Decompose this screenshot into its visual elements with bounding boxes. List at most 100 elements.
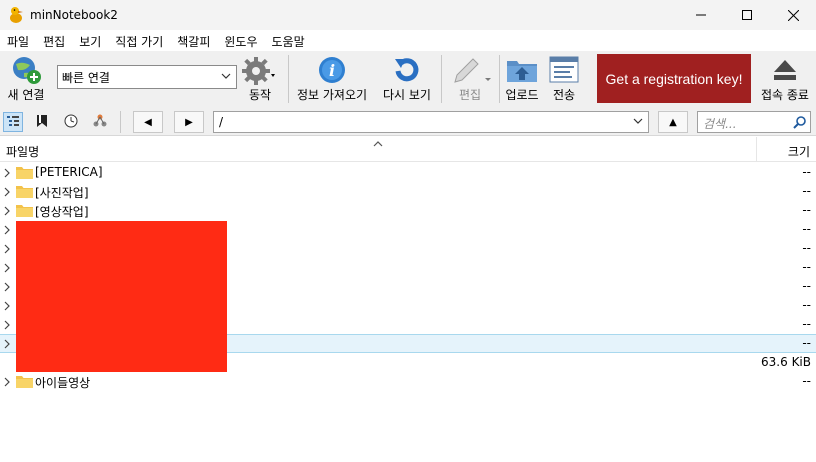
minimize-button[interactable] [678, 0, 724, 30]
table-row[interactable]: 아이들영상 -- [0, 372, 816, 391]
bookmark-icon [36, 114, 48, 131]
history-view-button[interactable] [61, 112, 81, 132]
path-value: / [219, 115, 224, 129]
file-name: [영상작업] [35, 205, 89, 219]
chevron-right-icon[interactable] [3, 319, 11, 333]
column-divider[interactable] [756, 137, 757, 162]
back-button[interactable]: ◀ [133, 111, 163, 133]
info-icon: i [318, 56, 346, 87]
quick-connect-select[interactable]: 빠른 연결 [57, 65, 237, 89]
menu-file[interactable]: 파일 [0, 30, 36, 50]
chevron-right-icon[interactable] [3, 186, 11, 200]
chevron-right-icon[interactable] [3, 338, 11, 352]
file-size: -- [802, 260, 811, 274]
registration-key-button[interactable]: Get a registration key! [597, 54, 751, 103]
menu-bookmarks[interactable]: 책갈피 [170, 30, 217, 50]
search-placeholder: 검색... [703, 117, 737, 131]
file-size: -- [802, 279, 811, 293]
chevron-down-icon [633, 115, 643, 130]
upload-label: 업로드 [505, 88, 539, 102]
folder-icon [16, 185, 33, 201]
get-info-label: 정보 가져오기 [296, 88, 368, 102]
file-size: -- [802, 317, 811, 331]
chevron-right-icon[interactable] [3, 205, 11, 219]
edit-button[interactable]: 편집 [444, 51, 496, 108]
edit-label: 편집 [458, 88, 482, 102]
path-select[interactable]: / [213, 111, 649, 133]
gear-icon [241, 56, 275, 89]
disconnect-label: 접속 종료 [761, 88, 809, 102]
file-size: 63.6 KiB [761, 355, 811, 369]
table-row[interactable]: [영상작업] -- [0, 201, 816, 220]
file-size: -- [802, 165, 811, 179]
chevron-right-icon[interactable] [3, 262, 11, 276]
clock-icon [64, 114, 78, 131]
search-input[interactable]: 검색... [697, 111, 811, 133]
menu-edit[interactable]: 편집 [36, 30, 72, 50]
menu-help[interactable]: 도움말 [265, 30, 312, 50]
transfers-button[interactable]: 전송 [544, 51, 584, 108]
file-list-header: 파일명 크기 [0, 137, 816, 162]
file-name: 아이들영상 [35, 376, 91, 390]
menu-view[interactable]: 보기 [72, 30, 108, 50]
new-connection-button[interactable]: 새 연결 [2, 51, 50, 108]
disconnect-button[interactable]: 접속 종료 [756, 51, 814, 108]
table-row[interactable]: [사진작업] -- [0, 182, 816, 201]
svg-text:i: i [329, 61, 335, 80]
toolbar-separator [499, 55, 500, 103]
bonjour-view-button[interactable] [90, 112, 110, 132]
network-icon [93, 114, 107, 131]
chevron-right-icon[interactable] [3, 376, 11, 390]
app-duck-icon [8, 6, 24, 24]
pencil-icon [449, 56, 493, 89]
table-row[interactable]: [PETERICA] -- [0, 163, 816, 182]
action-label: 동작 [248, 88, 272, 102]
bookmarks-view-button[interactable] [32, 112, 52, 132]
window-title: minNotebook2 [30, 8, 118, 22]
browser-view-button[interactable] [3, 112, 23, 132]
file-size: -- [802, 222, 811, 236]
chevron-right-icon[interactable] [3, 243, 11, 257]
navigation-bar: ◀ ▶ / ▲ 검색... [0, 108, 816, 136]
menu-window[interactable]: 윈도우 [217, 30, 264, 50]
forward-button[interactable]: ▶ [174, 111, 204, 133]
refresh-icon [392, 55, 422, 88]
file-name: [사진작업] [35, 186, 89, 200]
folder-icon [16, 375, 33, 391]
chevron-right-icon[interactable] [3, 224, 11, 238]
chevron-right-icon[interactable] [3, 281, 11, 295]
globe-add-icon [10, 55, 42, 88]
file-size: -- [802, 336, 811, 350]
tree-list-icon [7, 115, 19, 130]
search-icon [793, 115, 807, 132]
file-size: -- [802, 298, 811, 312]
file-size: -- [802, 203, 811, 217]
menu-go[interactable]: 직접 가기 [108, 30, 170, 50]
navbar-separator [120, 111, 121, 133]
toolbar-separator [288, 55, 289, 103]
upload-button[interactable]: 업로드 [502, 51, 542, 108]
column-header-filename[interactable]: 파일명 [6, 143, 39, 160]
chevron-right-icon[interactable] [3, 167, 11, 181]
title-bar: minNotebook2 [0, 0, 816, 30]
refresh-label: 다시 보기 [383, 88, 431, 102]
file-size: -- [802, 241, 811, 255]
menu-bar: 파일 편집 보기 직접 가기 책갈피 윈도우 도움말 [0, 30, 816, 50]
parent-directory-button[interactable]: ▲ [658, 111, 688, 133]
file-size: -- [802, 374, 811, 388]
folder-icon [16, 204, 33, 220]
column-header-size[interactable]: 크기 [788, 143, 810, 160]
quick-connect-value: 빠른 연결 [62, 71, 110, 85]
chevron-down-icon [221, 70, 231, 85]
chevron-right-icon[interactable] [3, 300, 11, 314]
folder-icon [16, 166, 33, 182]
sort-ascending-icon [373, 137, 383, 151]
action-button[interactable]: 동작 [238, 51, 282, 108]
refresh-button[interactable]: 다시 보기 [378, 51, 436, 108]
new-connection-label: 새 연결 [7, 88, 45, 102]
close-button[interactable] [770, 0, 816, 30]
redaction-block [16, 221, 227, 372]
get-info-button[interactable]: i 정보 가져오기 [292, 51, 372, 108]
maximize-button[interactable] [724, 0, 770, 30]
transfers-window-icon [549, 56, 579, 87]
